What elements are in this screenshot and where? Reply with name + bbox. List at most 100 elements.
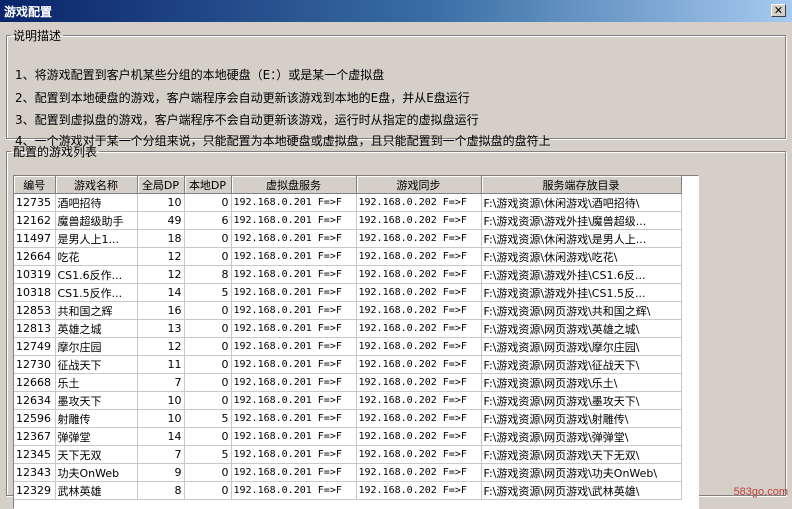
table-row[interactable]: 12853共和国之辉160192.168.0.201 F=>F192.168.0… — [14, 302, 681, 320]
cell-sync: 192.168.0.202 F=>F — [356, 320, 481, 338]
cell-game-name: CS1.6反作... — [55, 266, 137, 284]
cell-global-dp: 12 — [137, 266, 184, 284]
cell-server-dir: F:\游戏资源\网页游戏\摩尔庄园\ — [481, 338, 681, 356]
cell-virtual-disk: 192.168.0.201 F=>F — [231, 248, 356, 266]
cell-server-dir: F:\游戏资源\网页游戏\墨攻天下\ — [481, 392, 681, 410]
cell-global-dp: 10 — [137, 194, 184, 212]
cell-id: 12749 — [14, 338, 55, 356]
cell-server-dir: F:\游戏资源\网页游戏\乐土\ — [481, 374, 681, 392]
cell-id: 12668 — [14, 374, 55, 392]
table-row[interactable]: 12367弹弹堂140192.168.0.201 F=>F192.168.0.2… — [14, 428, 681, 446]
table-row[interactable]: 12343功夫OnWeb90192.168.0.201 F=>F192.168.… — [14, 464, 681, 482]
cell-global-dp: 12 — [137, 248, 184, 266]
cell-id: 10318 — [14, 284, 55, 302]
col-header-server-dir[interactable]: 服务端存放目录 — [481, 176, 681, 194]
cell-id: 12853 — [14, 302, 55, 320]
cell-game-name: CS1.5反作... — [55, 284, 137, 302]
cell-game-name: 乐土 — [55, 374, 137, 392]
cell-server-dir: F:\游戏资源\网页游戏\征战天下\ — [481, 356, 681, 374]
cell-virtual-disk: 192.168.0.201 F=>F — [231, 284, 356, 302]
col-header-sync[interactable]: 游戏同步 — [356, 176, 481, 194]
cell-server-dir: F:\游戏资源\游戏外挂\CS1.6反... — [481, 266, 681, 284]
close-icon: ✕ — [774, 4, 783, 17]
cell-local-dp: 0 — [184, 248, 231, 266]
table-row[interactable]: 12634墨攻天下100192.168.0.201 F=>F192.168.0.… — [14, 392, 681, 410]
game-list-legend: 配置的游戏列表 — [11, 143, 99, 160]
cell-server-dir: F:\游戏资源\休闲游戏\是男人上... — [481, 230, 681, 248]
cell-local-dp: 0 — [184, 392, 231, 410]
cell-sync: 192.168.0.202 F=>F — [356, 266, 481, 284]
cell-local-dp: 0 — [184, 230, 231, 248]
cell-id: 12735 — [14, 194, 55, 212]
cell-virtual-disk: 192.168.0.201 F=>F — [231, 212, 356, 230]
cell-global-dp: 12 — [137, 338, 184, 356]
cell-game-name: 是男人上1... — [55, 230, 137, 248]
description-legend: 说明描述 — [11, 27, 63, 44]
cell-game-name: 摩尔庄园 — [55, 338, 137, 356]
cell-game-name: 功夫OnWeb — [55, 464, 137, 482]
cell-global-dp: 49 — [137, 212, 184, 230]
description-line-3: 3、配置到虚拟盘的游戏，客户端程序不会自动更新该游戏，运行时从指定的虚拟盘运行 — [15, 111, 479, 128]
cell-sync: 192.168.0.202 F=>F — [356, 374, 481, 392]
cell-virtual-disk: 192.168.0.201 F=>F — [231, 266, 356, 284]
cell-server-dir: F:\游戏资源\网页游戏\射雕传\ — [481, 410, 681, 428]
cell-game-name: 武林英雄 — [55, 482, 137, 500]
cell-id: 11497 — [14, 230, 55, 248]
cell-local-dp: 8 — [184, 266, 231, 284]
cell-sync: 192.168.0.202 F=>F — [356, 302, 481, 320]
title-bar: 游戏配置 ✕ — [0, 0, 792, 22]
cell-local-dp: 0 — [184, 302, 231, 320]
cell-virtual-disk: 192.168.0.201 F=>F — [231, 230, 356, 248]
table-row[interactable]: 12664吃花120192.168.0.201 F=>F192.168.0.20… — [14, 248, 681, 266]
cell-local-dp: 0 — [184, 482, 231, 500]
table-row[interactable]: 10318CS1.5反作...145192.168.0.201 F=>F192.… — [14, 284, 681, 302]
table-row[interactable]: 12730征战天下110192.168.0.201 F=>F192.168.0.… — [14, 356, 681, 374]
col-header-global-dp[interactable]: 全局DP — [137, 176, 184, 194]
table-row[interactable]: 10319CS1.6反作...128192.168.0.201 F=>F192.… — [14, 266, 681, 284]
col-header-local-dp[interactable]: 本地DP — [184, 176, 231, 194]
table-row[interactable]: 11497是男人上1...180192.168.0.201 F=>F192.16… — [14, 230, 681, 248]
table-row[interactable]: 12329武林英雄80192.168.0.201 F=>F192.168.0.2… — [14, 482, 681, 500]
cell-game-name: 吃花 — [55, 248, 137, 266]
col-header-name[interactable]: 游戏名称 — [55, 176, 137, 194]
cell-game-name: 征战天下 — [55, 356, 137, 374]
table-row[interactable]: 12162魔兽超级助手496192.168.0.201 F=>F192.168.… — [14, 212, 681, 230]
table-row[interactable]: 12345天下无双75192.168.0.201 F=>F192.168.0.2… — [14, 446, 681, 464]
cell-global-dp: 16 — [137, 302, 184, 320]
cell-sync: 192.168.0.202 F=>F — [356, 482, 481, 500]
cell-global-dp: 10 — [137, 410, 184, 428]
cell-id: 12345 — [14, 446, 55, 464]
cell-global-dp: 14 — [137, 428, 184, 446]
cell-game-name: 天下无双 — [55, 446, 137, 464]
cell-virtual-disk: 192.168.0.201 F=>F — [231, 374, 356, 392]
cell-virtual-disk: 192.168.0.201 F=>F — [231, 446, 356, 464]
cell-sync: 192.168.0.202 F=>F — [356, 284, 481, 302]
watermark: 583go.com — [734, 486, 788, 498]
cell-local-dp: 0 — [184, 428, 231, 446]
cell-id: 12329 — [14, 482, 55, 500]
cell-server-dir: F:\游戏资源\休闲游戏\吃花\ — [481, 248, 681, 266]
table-row[interactable]: 12668乐土70192.168.0.201 F=>F192.168.0.202… — [14, 374, 681, 392]
table-row[interactable]: 12749摩尔庄园120192.168.0.201 F=>F192.168.0.… — [14, 338, 681, 356]
table-row[interactable]: 12596射雕传105192.168.0.201 F=>F192.168.0.2… — [14, 410, 681, 428]
cell-virtual-disk: 192.168.0.201 F=>F — [231, 464, 356, 482]
cell-id: 12813 — [14, 320, 55, 338]
game-list-table[interactable]: 编号游戏名称全局DP本地DP虚拟盘服务游戏同步服务端存放目录 12735酒吧招待… — [13, 175, 699, 509]
cell-global-dp: 10 — [137, 392, 184, 410]
cell-global-dp: 8 — [137, 482, 184, 500]
cell-id: 12162 — [14, 212, 55, 230]
col-header-virtual-disk[interactable]: 虚拟盘服务 — [231, 176, 356, 194]
cell-sync: 192.168.0.202 F=>F — [356, 446, 481, 464]
table-row[interactable]: 12813英雄之城130192.168.0.201 F=>F192.168.0.… — [14, 320, 681, 338]
cell-local-dp: 0 — [184, 356, 231, 374]
cell-local-dp: 0 — [184, 194, 231, 212]
table-row[interactable]: 12735酒吧招待100192.168.0.201 F=>F192.168.0.… — [14, 194, 681, 212]
cell-game-name: 英雄之城 — [55, 320, 137, 338]
close-button[interactable]: ✕ — [771, 4, 786, 17]
cell-server-dir: F:\游戏资源\网页游戏\武林英雄\ — [481, 482, 681, 500]
col-header-id[interactable]: 编号 — [14, 176, 55, 194]
cell-sync: 192.168.0.202 F=>F — [356, 212, 481, 230]
cell-sync: 192.168.0.202 F=>F — [356, 392, 481, 410]
game-list-group: 配置的游戏列表 编号游戏名称全局DP本地DP虚拟盘服务游戏同步服务端存放目录 1… — [6, 143, 786, 496]
cell-sync: 192.168.0.202 F=>F — [356, 338, 481, 356]
